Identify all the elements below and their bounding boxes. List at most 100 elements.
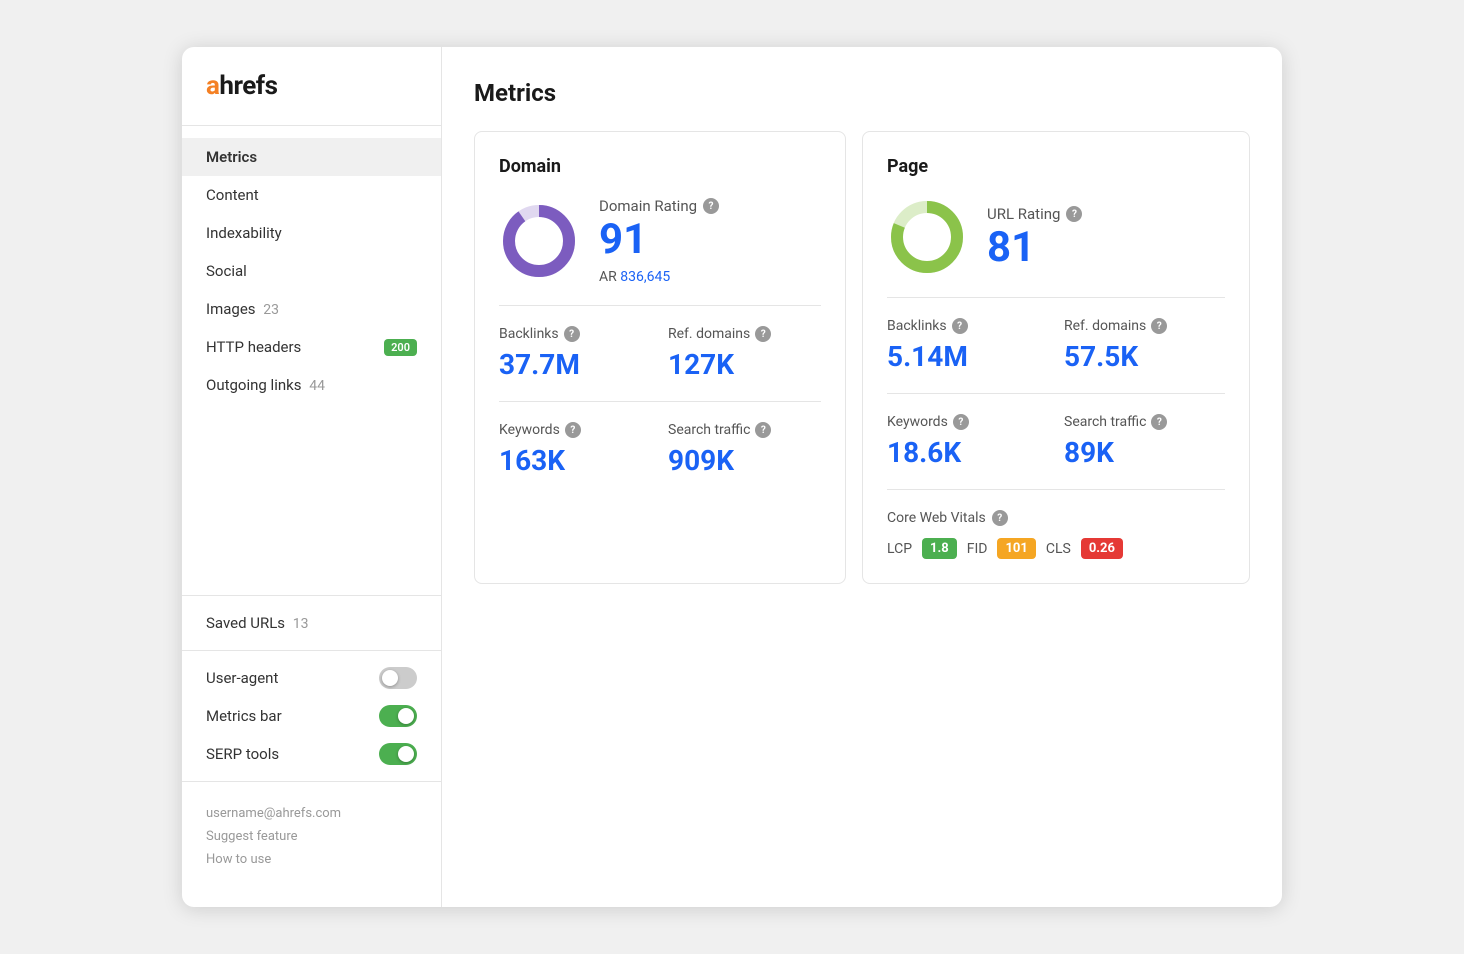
page-stat-keywords: Keywords ? 18.6K <box>887 414 1048 469</box>
outgoing-links-count: 44 <box>309 378 325 394</box>
cwv-fid-label: FID <box>967 541 988 557</box>
main-content: Metrics Domain Domain Rating <box>442 47 1282 907</box>
page-ref-domains-value: 57.5K <box>1064 340 1225 373</box>
sidebar-top-divider <box>182 125 441 126</box>
domain-rating-value: 91 <box>599 219 719 261</box>
page-section-title: Page <box>887 156 1225 177</box>
page-donut-chart <box>887 197 967 277</box>
domain-backlinks-label: Backlinks ? <box>499 326 652 342</box>
cwv-lcp-label: LCP <box>887 541 912 557</box>
metrics-bar-toggle-knob <box>398 708 414 724</box>
domain-rating-help-icon[interactable]: ? <box>703 198 719 214</box>
domain-rating-info: Domain Rating ? 91 AR 836,645 <box>599 197 719 285</box>
sidebar-item-content[interactable]: Content <box>182 176 441 214</box>
sidebar-item-label: Social <box>206 262 247 280</box>
page-title: Metrics <box>474 79 1250 107</box>
domain-donut-chart <box>499 201 579 281</box>
cwv-title: Core Web Vitals ? <box>887 510 1225 526</box>
how-to-use-link[interactable]: How to use <box>206 852 417 867</box>
page-rating-value: 81 <box>987 227 1082 269</box>
domain-rating-label: Domain Rating ? <box>599 197 719 215</box>
sidebar-item-label: Content <box>206 186 259 204</box>
http-headers-badge: 200 <box>384 339 417 356</box>
user-agent-label: User-agent <box>206 669 278 687</box>
domain-stats-grid: Backlinks ? 37.7M Ref. domains ? 127K <box>499 326 821 381</box>
page-section: Page URL Rating ? 81 <box>862 131 1250 584</box>
sidebar-item-indexability[interactable]: Indexability <box>182 214 441 252</box>
sidebar-nav: Metrics Content Indexability Social Imag… <box>182 138 441 587</box>
suggest-feature-link[interactable]: Suggest feature <box>206 829 417 844</box>
domain-rating-row: Domain Rating ? 91 AR 836,645 <box>499 197 821 285</box>
user-agent-toggle-row: User-agent <box>182 659 441 697</box>
domain-ref-domains-help-icon[interactable]: ? <box>755 326 771 342</box>
cwv-cls-label: CLS <box>1046 541 1071 557</box>
sidebar-item-metrics[interactable]: Metrics <box>182 138 441 176</box>
serp-tools-toggle-knob <box>398 746 414 762</box>
sidebar-item-http-headers[interactable]: HTTP headers 200 <box>182 328 441 366</box>
user-agent-toggle-knob <box>382 670 398 686</box>
images-count: 23 <box>263 302 279 318</box>
sidebar-item-label: Images 23 <box>206 300 279 318</box>
domain-stat-backlinks: Backlinks ? 37.7M <box>499 326 652 381</box>
cwv-fid-badge: 101 <box>997 538 1035 559</box>
sidebar-item-label: Outgoing links 44 <box>206 376 325 394</box>
sidebar-item-saved-urls[interactable]: Saved URLs 13 <box>182 604 441 642</box>
page-search-traffic-help-icon[interactable]: ? <box>1151 414 1167 430</box>
sidebar-footer-divider <box>182 781 441 782</box>
ar-label: AR <box>599 269 617 285</box>
sidebar-item-label: Indexability <box>206 224 282 242</box>
domain-stats-grid-2: Keywords ? 163K Search traffic ? 909K <box>499 422 821 477</box>
domain-section: Domain Domain Rating ? <box>474 131 846 584</box>
page-backlinks-help-icon[interactable]: ? <box>952 318 968 334</box>
page-keywords-help-icon[interactable]: ? <box>953 414 969 430</box>
domain-ref-domains-value: 127K <box>668 348 821 381</box>
sidebar: ahrefs Metrics Content Indexability Soci… <box>182 47 442 907</box>
sidebar-section-divider-2 <box>182 650 441 651</box>
page-stat-backlinks: Backlinks ? 5.14M <box>887 318 1048 373</box>
page-ref-domains-help-icon[interactable]: ? <box>1151 318 1167 334</box>
page-stats-grid-2: Keywords ? 18.6K Search traffic ? 89K <box>887 414 1225 469</box>
domain-keywords-help-icon[interactable]: ? <box>565 422 581 438</box>
sidebar-item-images[interactable]: Images 23 <box>182 290 441 328</box>
metrics-bar-label: Metrics bar <box>206 707 282 725</box>
domain-stat-search-traffic: Search traffic ? 909K <box>668 422 821 477</box>
domain-ar-row: AR 836,645 <box>599 269 719 285</box>
page-rating-help-icon[interactable]: ? <box>1066 206 1082 222</box>
sidebar-footer: username@ahrefs.com Suggest feature How … <box>182 790 441 883</box>
cwv-cls-badge: 0.26 <box>1081 538 1123 559</box>
page-stat-search-traffic: Search traffic ? 89K <box>1064 414 1225 469</box>
user-agent-toggle[interactable] <box>379 667 417 689</box>
core-web-vitals-section: Core Web Vitals ? LCP 1.8 FID 101 CLS 0.… <box>887 510 1225 559</box>
sidebar-item-outgoing-links[interactable]: Outgoing links 44 <box>182 366 441 404</box>
logo-a: a <box>206 71 219 101</box>
cwv-badges: LCP 1.8 FID 101 CLS 0.26 <box>887 538 1225 559</box>
domain-stat-ref-domains: Ref. domains ? 127K <box>668 326 821 381</box>
page-ref-domains-label: Ref. domains ? <box>1064 318 1225 334</box>
domain-search-traffic-value: 909K <box>668 444 821 477</box>
page-keywords-value: 18.6K <box>887 436 1048 469</box>
domain-search-traffic-help-icon[interactable]: ? <box>755 422 771 438</box>
sidebar-item-social[interactable]: Social <box>182 252 441 290</box>
page-search-traffic-value: 89K <box>1064 436 1225 469</box>
domain-stat-keywords: Keywords ? 163K <box>499 422 652 477</box>
domain-divider-2 <box>499 401 821 402</box>
domain-ref-domains-label: Ref. domains ? <box>668 326 821 342</box>
metrics-bar-toggle-row: Metrics bar <box>182 697 441 735</box>
serp-tools-toggle-row: SERP tools <box>182 735 441 773</box>
page-divider-1 <box>887 297 1225 298</box>
serp-tools-toggle[interactable] <box>379 743 417 765</box>
saved-urls-label: Saved URLs 13 <box>206 614 309 632</box>
serp-tools-label: SERP tools <box>206 745 279 763</box>
page-keywords-label: Keywords ? <box>887 414 1048 430</box>
page-rating-label: URL Rating ? <box>987 205 1082 223</box>
cwv-help-icon[interactable]: ? <box>992 510 1008 526</box>
page-search-traffic-label: Search traffic ? <box>1064 414 1225 430</box>
ar-value[interactable]: 836,645 <box>620 269 670 285</box>
sidebar-item-label: Metrics <box>206 148 257 166</box>
domain-keywords-label: Keywords ? <box>499 422 652 438</box>
page-rating-info: URL Rating ? 81 <box>987 205 1082 269</box>
domain-backlinks-help-icon[interactable]: ? <box>564 326 580 342</box>
domain-backlinks-value: 37.7M <box>499 348 652 381</box>
user-email[interactable]: username@ahrefs.com <box>206 806 417 821</box>
metrics-bar-toggle[interactable] <box>379 705 417 727</box>
